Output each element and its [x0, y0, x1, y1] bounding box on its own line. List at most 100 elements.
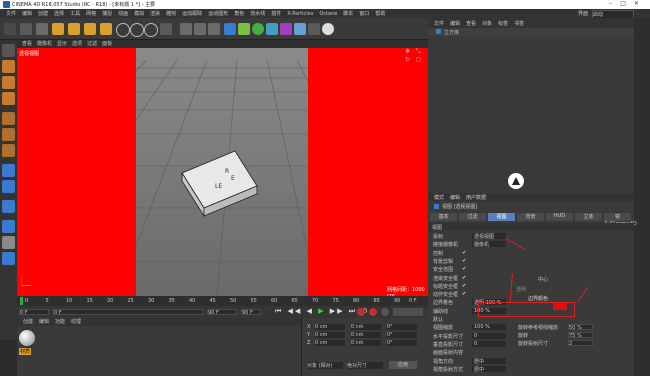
- end-frame-field[interactable]: 90 F: [207, 309, 237, 316]
- texture-mode-icon[interactable]: [2, 76, 15, 89]
- extra-field-1[interactable]: 50 %: [568, 324, 593, 331]
- tab-4[interactable]: HUD: [546, 213, 573, 221]
- edges-mode-icon[interactable]: [2, 128, 15, 141]
- render-view-icon[interactable]: [180, 23, 192, 35]
- axis-mode-icon[interactable]: [2, 164, 15, 177]
- model-mode-icon[interactable]: [2, 60, 15, 73]
- menu-item-6[interactable]: 捕捉: [102, 10, 112, 17]
- attributes-menu-item-0[interactable]: 模式: [434, 194, 444, 201]
- viewport-menu-item-5[interactable]: 面板: [102, 40, 112, 47]
- menu-item-5[interactable]: 网格: [86, 10, 96, 17]
- make-editable-icon[interactable]: [2, 44, 15, 57]
- perspective-viewport[interactable]: R E LE 透视视图 网格间距：1000 cm ✥ ⤡ ↻ ▢: [17, 48, 428, 296]
- menu-item-18[interactable]: 脚本: [343, 10, 353, 17]
- max-frame-field[interactable]: 90 F: [241, 309, 261, 316]
- menu-item-20[interactable]: 帮助: [375, 10, 385, 17]
- attribute-value[interactable]: 透视视图: [472, 233, 506, 240]
- rotate-icon[interactable]: [84, 23, 96, 35]
- scale-icon[interactable]: [68, 23, 80, 35]
- menu-item-0[interactable]: 文件: [6, 10, 16, 17]
- preview-range-slider[interactable]: 0 F: [53, 309, 203, 316]
- workplane-icon[interactable]: [2, 92, 15, 105]
- extra-field-2[interactable]: 75 %: [568, 332, 593, 339]
- attributes-menu-item-2[interactable]: 用户数据: [466, 194, 486, 201]
- menu-item-3[interactable]: 选择: [54, 10, 64, 17]
- menu-item-4[interactable]: 工具: [70, 10, 80, 17]
- tab-2[interactable]: 视图: [488, 213, 515, 221]
- coord-size-mode-select[interactable]: 绝对尺寸: [347, 362, 383, 369]
- menu-item-1[interactable]: 编辑: [22, 10, 32, 17]
- deformer-icon[interactable]: [280, 23, 292, 35]
- objects-menu-item-4[interactable]: 标签: [498, 20, 508, 27]
- material-menu-item-0[interactable]: 创建: [23, 319, 33, 325]
- menu-item-9[interactable]: 渲染: [150, 10, 160, 17]
- tab-5[interactable]: 立体: [575, 213, 602, 221]
- menu-item-19[interactable]: 窗口: [359, 10, 369, 17]
- start-frame-field[interactable]: 0 F: [19, 309, 49, 316]
- spline-pen-icon[interactable]: [238, 23, 250, 35]
- objects-menu-item-3[interactable]: 对象: [482, 20, 492, 27]
- attribute-checkbox[interactable]: ✔: [462, 250, 466, 256]
- menu-item-17[interactable]: Octane: [319, 11, 337, 17]
- objects-menu-item-0[interactable]: 文件: [434, 20, 444, 27]
- timeline-ruler[interactable]: 0 5 10 15 20 25 30 35 40 45 50 55 60 65 70 75 80 85 90 0 F: [17, 296, 428, 306]
- attribute-checkbox[interactable]: ✔: [462, 283, 466, 289]
- tab-0[interactable]: 基本: [430, 213, 457, 221]
- material-ball-icon[interactable]: [19, 330, 35, 346]
- y-axis-icon[interactable]: [130, 23, 144, 37]
- viewport-menu-item-4[interactable]: 过滤: [87, 40, 97, 47]
- polygons-mode-icon[interactable]: [2, 144, 15, 157]
- coord-size-field[interactable]: 0 cm: [351, 332, 381, 338]
- menu-item-14[interactable]: 流水线: [250, 10, 265, 17]
- viewport-nav-icons[interactable]: ✥ ⤡ ↻ ▢: [405, 48, 428, 63]
- attribute-checkbox[interactable]: ✔: [462, 275, 466, 281]
- coord-rotation-field[interactable]: 0°: [387, 340, 417, 346]
- render-picture-viewer-icon[interactable]: [194, 23, 206, 35]
- lock-workplane-icon[interactable]: [2, 220, 15, 233]
- window-controls[interactable]: –□✕: [609, 0, 647, 7]
- objects-menu-item-1[interactable]: 编辑: [450, 20, 460, 27]
- play-icon[interactable]: ▶: [318, 307, 325, 315]
- extra-field-3[interactable]: 2: [568, 340, 593, 347]
- objects-menu-item-2[interactable]: 查看: [466, 20, 476, 27]
- viewport-menu-item-0[interactable]: 查看: [22, 40, 32, 47]
- floor-icon[interactable]: [294, 23, 306, 35]
- viewport-menu-item-1[interactable]: 摄像机: [37, 40, 52, 47]
- objects-menu-item-5[interactable]: 书签: [514, 20, 524, 27]
- material-menu-item-3[interactable]: 纹理: [71, 319, 81, 325]
- coord-size-field[interactable]: 0 cm: [351, 340, 381, 346]
- menu-item-2[interactable]: 创建: [38, 10, 48, 17]
- tweak-mode-icon[interactable]: [2, 180, 15, 193]
- attributes-menu-item-1[interactable]: 编辑: [450, 194, 460, 201]
- subdivision-icon[interactable]: [252, 23, 264, 35]
- key-tools-icons[interactable]: [393, 308, 423, 316]
- keyframe-selection-icon[interactable]: [381, 308, 389, 316]
- x-axis-icon[interactable]: [116, 23, 130, 37]
- menu-item-7[interactable]: 动画: [118, 10, 128, 17]
- snap-icon[interactable]: [2, 200, 15, 213]
- menu-item-16[interactable]: X-Particles: [287, 11, 313, 17]
- coord-rotation-field[interactable]: 0°: [387, 332, 417, 338]
- coord-position-field[interactable]: 0 cm: [315, 324, 345, 330]
- side-tabs[interactable]: [634, 18, 650, 376]
- planar-workplane-icon[interactable]: [2, 236, 15, 249]
- viewport-menu-item-3[interactable]: 选项: [72, 40, 82, 47]
- attribute-value[interactable]: 0: [472, 332, 506, 339]
- render-settings-icon[interactable]: [208, 23, 220, 35]
- menu-item-13[interactable]: 角色: [234, 10, 244, 17]
- camera-icon[interactable]: [308, 23, 320, 35]
- record-icon[interactable]: [357, 308, 365, 316]
- undo-icon[interactable]: [4, 23, 16, 35]
- attribute-value[interactable]: 居中: [472, 365, 506, 373]
- playhead[interactable]: [20, 297, 23, 305]
- menu-item-10[interactable]: 雕刻: [166, 10, 176, 17]
- live-select-icon[interactable]: [36, 23, 48, 35]
- coord-rotation-field[interactable]: 0°: [387, 324, 417, 330]
- cube-icon[interactable]: [224, 23, 236, 35]
- coord-mode-select[interactable]: 对象 (相对): [307, 362, 343, 369]
- material-menu-item-2[interactable]: 功能: [55, 319, 65, 325]
- points-mode-icon[interactable]: [2, 112, 15, 125]
- object-name[interactable]: 立方体: [444, 29, 459, 36]
- attribute-value[interactable]: 摄像机: [472, 241, 506, 248]
- recent-tool-icon[interactable]: [100, 23, 112, 35]
